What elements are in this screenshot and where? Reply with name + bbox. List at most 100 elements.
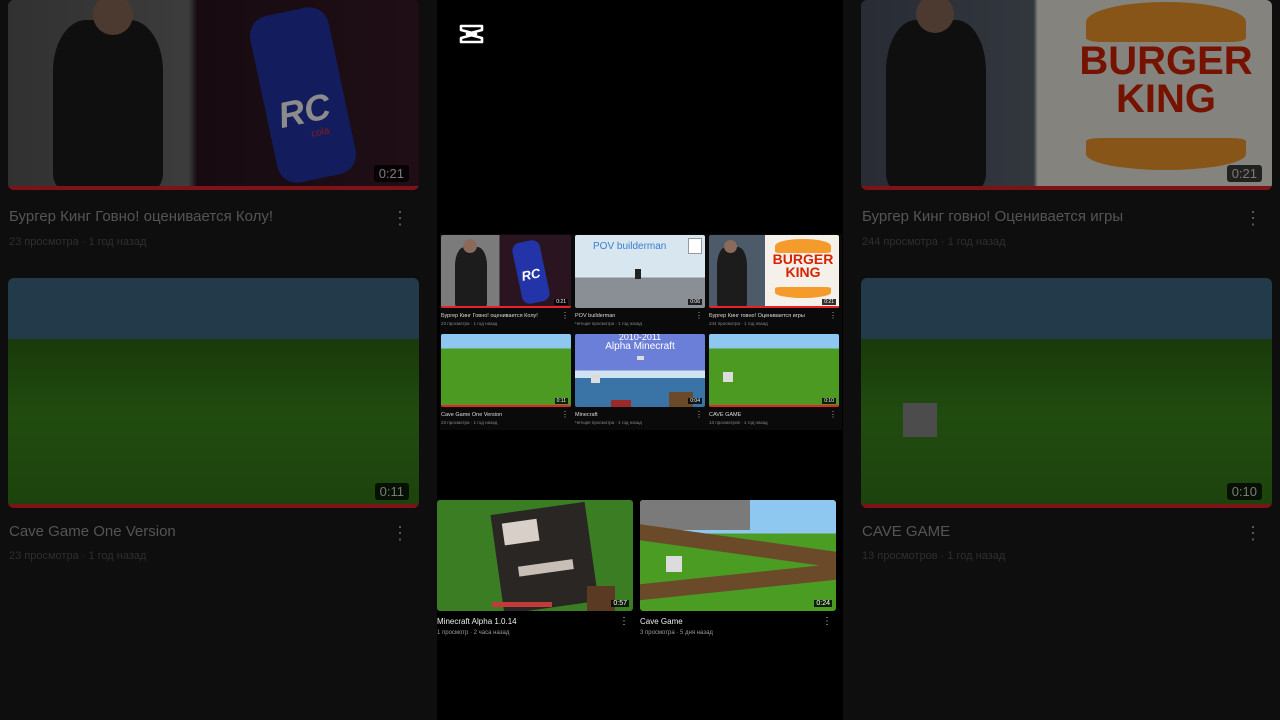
more-options-icon[interactable]: ⋮ bbox=[561, 311, 569, 320]
video-meta: 13 просмотров · 1 год назад bbox=[709, 420, 768, 425]
person-figure bbox=[53, 20, 163, 190]
video-thumbnail[interactable]: POV builderman 0:06 bbox=[575, 235, 705, 308]
bk-logo-line1: BURGER bbox=[1079, 39, 1253, 83]
duration-badge: 0:21 bbox=[373, 165, 409, 182]
bk-logo-line2: KING bbox=[785, 264, 821, 281]
cow-patch bbox=[501, 518, 540, 546]
figure bbox=[635, 269, 641, 279]
video-card[interactable]: 0:24 Cave Game 3 просмотра · 5 дня назад… bbox=[640, 500, 836, 636]
background-left-panel: RC cola 0:21 Бургер Кинг Говно! оценивае… bbox=[0, 0, 437, 720]
bg-video-thumbnail: RC cola 0:21 bbox=[8, 0, 419, 190]
duration-badge: 0:06 bbox=[688, 299, 702, 305]
video-title[interactable]: Бургер Кинг Говно! оценивается Колу! bbox=[441, 313, 538, 319]
block bbox=[666, 556, 682, 572]
video-meta: 23 просмотра · 1 год назад bbox=[9, 550, 147, 562]
video-thumbnail[interactable]: 0:57 bbox=[437, 500, 633, 611]
bk-bun-bottom bbox=[1086, 138, 1246, 170]
video-thumbnail[interactable]: 0:11 bbox=[441, 334, 571, 407]
more-options-icon[interactable]: ⋮ bbox=[829, 311, 837, 320]
more-options-icon[interactable]: ⋮ bbox=[695, 410, 703, 419]
duration-badge: 0:10 bbox=[1226, 483, 1262, 500]
duration-badge: 0:04 bbox=[688, 398, 702, 404]
background-right-panel: BURGER KING 0:21 Бургер Кинг говно! Оцен… bbox=[843, 0, 1280, 720]
more-options-icon[interactable]: ⋮ bbox=[695, 311, 703, 320]
video-title: Бургер Кинг Говно! оценивается Колу! bbox=[9, 208, 274, 225]
grid-video-card[interactable]: POV builderman 0:06 POV builderman Четыр… bbox=[575, 235, 705, 326]
block bbox=[637, 356, 644, 360]
grid-video-card[interactable]: 2010-2011 Alpha Minecraft 0:04 Minecraft… bbox=[575, 334, 705, 425]
watched-progress bbox=[709, 306, 839, 308]
grid-video-card[interactable]: RC 0:21 Бургер Кинг Говно! оценивается К… bbox=[441, 235, 571, 326]
video-thumbnail[interactable]: 2010-2011 Alpha Minecraft 0:04 bbox=[575, 334, 705, 407]
video-title[interactable]: Бургер Кинг говно! Оценивается игры bbox=[709, 313, 805, 319]
watched-progress bbox=[8, 186, 419, 190]
video-meta: 23 просмотра · 1 год назад bbox=[441, 321, 498, 326]
capcut-logo-icon bbox=[459, 24, 484, 44]
block bbox=[591, 374, 600, 383]
video-title[interactable]: CAVE GAME bbox=[709, 412, 741, 418]
watched-progress bbox=[8, 504, 419, 508]
grid-video-card[interactable]: 0:11 Cave Game One Version 23 просмотра … bbox=[441, 334, 571, 425]
watched-progress bbox=[861, 504, 1272, 508]
more-options-icon[interactable]: ⋮ bbox=[822, 616, 832, 627]
cow-body bbox=[490, 501, 599, 611]
video-thumbnail[interactable]: BURGER KING 0:21 bbox=[709, 235, 839, 308]
bg-video-card: BURGER KING 0:21 Бургер Кинг говно! Оцен… bbox=[861, 0, 1272, 248]
bk-logo-line2: KING bbox=[1116, 77, 1216, 121]
more-options-icon: ⋮ bbox=[391, 523, 409, 543]
video-title[interactable]: POV builderman bbox=[575, 313, 615, 319]
person-head bbox=[724, 240, 737, 253]
stone-terrain bbox=[640, 500, 750, 530]
more-options-icon[interactable]: ⋮ bbox=[829, 410, 837, 419]
bg-video-card: 0:11 Cave Game One Version 23 просмотра … bbox=[8, 278, 419, 562]
block bbox=[723, 372, 733, 382]
bk-logo: BURGER KING bbox=[1061, 39, 1271, 121]
person-figure bbox=[717, 247, 747, 308]
duration-badge: 0:11 bbox=[374, 483, 409, 500]
rc-bottle: RC bbox=[510, 238, 552, 306]
more-options-icon: ⋮ bbox=[391, 208, 409, 228]
video-title[interactable]: Minecraft Alpha 1.0.14 bbox=[437, 617, 517, 626]
watched-progress bbox=[441, 405, 571, 407]
cow-patch bbox=[517, 559, 574, 577]
video-thumbnail[interactable]: RC 0:21 bbox=[441, 235, 571, 308]
bk-bun-top bbox=[1086, 2, 1246, 42]
more-options-icon[interactable]: ⋮ bbox=[619, 616, 629, 627]
red-block bbox=[611, 400, 631, 407]
video-title: CAVE GAME bbox=[862, 523, 951, 540]
video-meta: 244 просмотра · 1 год назад bbox=[862, 236, 1006, 248]
grid-video-card[interactable]: 0:10 CAVE GAME 13 просмотров · 1 год наз… bbox=[709, 334, 839, 425]
grid-video-card[interactable]: BURGER KING 0:21 Бургер Кинг говно! Оцен… bbox=[709, 235, 839, 326]
more-options-icon[interactable]: ⋮ bbox=[561, 410, 569, 419]
video-card[interactable]: 0:57 Minecraft Alpha 1.0.14 1 просмотр ·… bbox=[437, 500, 633, 636]
hotbar bbox=[492, 602, 552, 607]
watched-progress bbox=[709, 405, 839, 407]
video-meta: 23 просмотра · 1 год назад bbox=[9, 236, 147, 248]
video-meta: 1 просмотр · 2 часа назад bbox=[437, 630, 510, 636]
video-title[interactable]: Minecraft bbox=[575, 412, 598, 418]
rc-sub: cola bbox=[310, 125, 331, 140]
bk-bun-bottom bbox=[775, 287, 831, 298]
more-options-icon: ⋮ bbox=[1244, 523, 1262, 543]
person-figure bbox=[455, 247, 487, 308]
video-meta: Четыре просмотра · 1 год назад bbox=[575, 420, 642, 425]
video-meta: 244 просмотра · 1 год назад bbox=[709, 321, 768, 326]
block bbox=[903, 403, 937, 437]
dirt-block bbox=[587, 586, 615, 611]
thumb-caption-line2: Alpha Minecraft bbox=[605, 341, 675, 352]
duration-badge: 0:21 bbox=[554, 299, 568, 305]
video-title: Cave Game One Version bbox=[9, 523, 176, 540]
more-options-icon: ⋮ bbox=[1244, 208, 1262, 228]
watched-progress bbox=[441, 306, 571, 308]
rc-logo: RC bbox=[520, 265, 542, 284]
video-title[interactable]: Cave Game One Version bbox=[441, 412, 502, 418]
person-figure bbox=[886, 20, 986, 190]
video-thumbnail[interactable]: 0:10 bbox=[709, 334, 839, 407]
video-thumbnail[interactable]: 0:24 bbox=[640, 500, 836, 611]
bk-logo: BURGER KING bbox=[767, 252, 839, 281]
video-title[interactable]: Cave Game bbox=[640, 617, 683, 626]
duration-badge: 0:21 bbox=[822, 299, 836, 305]
duration-badge: 0:57 bbox=[611, 600, 629, 607]
duration-badge: 0:10 bbox=[822, 398, 836, 404]
bg-video-card: 0:10 CAVE GAME 13 просмотров · 1 год наз… bbox=[861, 278, 1272, 562]
